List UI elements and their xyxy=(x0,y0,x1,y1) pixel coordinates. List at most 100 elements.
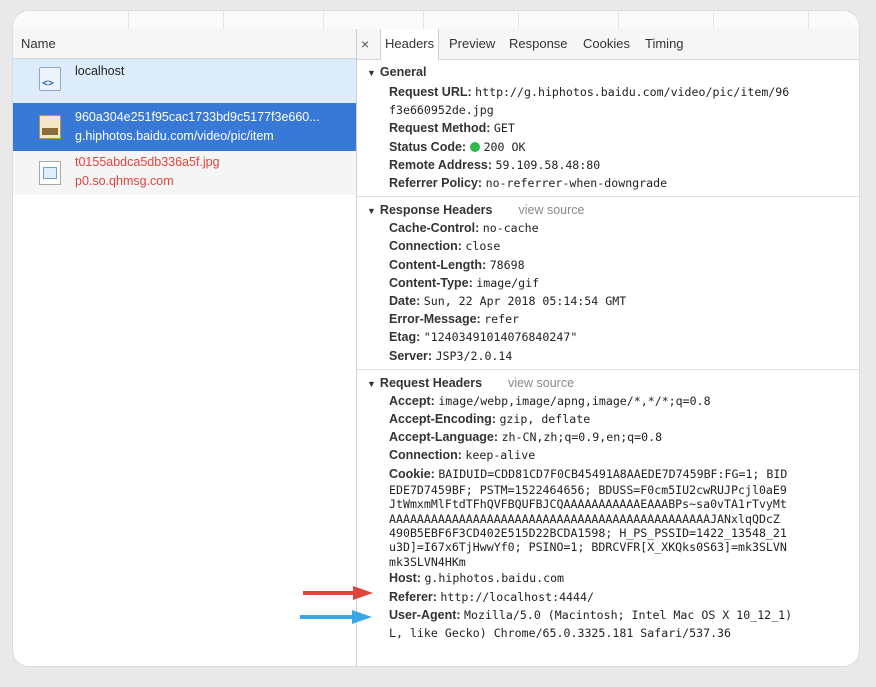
header-value: JSP3/2.0.14 xyxy=(435,348,513,363)
response-header-row: Error-Message: refer xyxy=(357,310,859,328)
response-header-row: Content-Length: 78698 xyxy=(357,256,859,274)
response-header-row: Content-Type: image/gif xyxy=(357,274,859,292)
cookie-key: Cookie: xyxy=(389,466,435,481)
status-dot-icon xyxy=(469,141,480,152)
user-agent-cont: L, like Gecko) Chrome/65.0.3325.181 Safa… xyxy=(357,624,859,642)
tab-response[interactable]: Response xyxy=(505,29,572,59)
cookie-value-line: 490B5EBF6F3CD402E515D22BCDA1598; H_PS_PS… xyxy=(389,526,787,541)
cookie-row: Cookie: BAIDUID=CDD81CD7F0CB45491A8AAEDE… xyxy=(357,465,859,483)
request-url: g.hiphotos.baidu.com/video/pic/item xyxy=(75,129,274,143)
name-column-header[interactable]: Name xyxy=(13,29,356,59)
header-key: Content-Type: xyxy=(389,275,473,290)
tab-headers[interactable]: Headers xyxy=(380,29,440,60)
cookie-value: BAIDUID=CDD81CD7F0CB45491A8AAEDE7D7459BF… xyxy=(438,466,788,481)
section-title: Response Headers xyxy=(379,203,493,218)
header-key: Connection: xyxy=(389,239,462,254)
user-agent-row: User-Agent: Mozilla/5.0 (Macintosh; Inte… xyxy=(357,606,859,624)
cookie-cont: EDE7D7459BF; PSTM=1522464656; BDUSS=F0cm… xyxy=(357,483,859,569)
request-details-pane: × Headers Preview Response Cookies Timin… xyxy=(357,29,859,666)
general-section: ▼ General Request URL: http://g.hiphotos.… xyxy=(357,60,859,198)
request-row-failed-image[interactable]: t0155abdca5db336a5f.jpg p0.so.qhmsg.com xyxy=(13,151,356,195)
status-code-row: Status Code: 200 OK xyxy=(357,138,859,156)
status-code-value: 200 OK xyxy=(483,139,526,154)
response-header-row: Date: Sun, 22 Apr 2018 05:14:54 GMT xyxy=(357,292,859,310)
response-headers-toggle[interactable]: ▼ Response Headers view source xyxy=(357,197,859,219)
request-method-value: GET xyxy=(493,121,515,136)
status-code-key: Status Code: xyxy=(389,139,467,154)
blue-arrow-icon xyxy=(300,610,372,624)
tab-cookies[interactable]: Cookies xyxy=(579,29,634,59)
request-url-row-cont: f3e660952de.jpg xyxy=(357,101,859,119)
general-toggle[interactable]: ▼ General xyxy=(357,60,859,81)
user-agent-value: Mozilla/5.0 (Macintosh; Intel Mac OS X 1… xyxy=(464,607,793,622)
referer-key: Referer: xyxy=(389,589,437,604)
request-headers-section: ▼ Request Headers view source Accept: imag… xyxy=(357,370,859,646)
host-value: g.hiphotos.baidu.com xyxy=(424,571,565,586)
request-row-localhost[interactable]: <> localhost xyxy=(13,59,356,103)
request-method-key: Request Method: xyxy=(389,121,491,136)
tab-timing[interactable]: Timing xyxy=(641,29,688,59)
request-url-value: http://g.hiphotos.baidu.com/video/pic/it… xyxy=(475,85,790,99)
close-icon[interactable]: × xyxy=(361,36,369,52)
cookie-value-line: u3D]=I67x6TjHwwYf0; PSINO=1; BDRCVFR[X_X… xyxy=(389,540,787,555)
header-value: "12403491014076840247" xyxy=(423,330,578,345)
request-name: localhost xyxy=(75,64,125,78)
header-key: Error-Message: xyxy=(389,312,481,327)
devtools-window: Name <> localhost 960a304e251f95cac1733b… xyxy=(13,11,859,666)
accept-row: Accept: image/webp,image/apng,image/*,*/… xyxy=(357,392,859,410)
accept-language-key: Accept-Language: xyxy=(389,430,499,445)
request-row-image[interactable]: 960a304e251f95cac1733bd9c5177f3e660... g… xyxy=(13,103,356,151)
view-source-link[interactable]: view source xyxy=(508,376,574,390)
image-thumbnail-icon xyxy=(39,115,61,139)
remote-address-value: 59.109.58.48:80 xyxy=(495,157,601,172)
header-key: Cache-Control: xyxy=(389,221,480,236)
header-key: Server: xyxy=(389,348,433,363)
remote-address-key: Remote Address: xyxy=(389,157,493,172)
accept-encoding-key: Accept-Encoding: xyxy=(389,412,496,427)
host-key: Host: xyxy=(389,571,421,586)
host-row: Host: g.hiphotos.baidu.com xyxy=(357,569,859,587)
response-headers-section: ▼ Response Headers view source Cache-Contr… xyxy=(357,197,859,370)
triangle-down-icon: ▼ xyxy=(367,206,376,217)
user-agent-value-cont: L, like Gecko) Chrome/65.0.3325.181 Safa… xyxy=(389,625,732,640)
response-header-row: Server: JSP3/2.0.14 xyxy=(357,347,859,365)
header-value: Sun, 22 Apr 2018 05:14:54 GMT xyxy=(423,294,627,309)
header-key: Etag: xyxy=(389,330,421,345)
request-url-value-cont: f3e660952de.jpg xyxy=(389,103,494,118)
request-host: p0.so.qhmsg.com xyxy=(75,174,174,188)
view-source-link[interactable]: view source xyxy=(518,203,584,217)
top-strip xyxy=(13,11,859,30)
red-arrow-icon xyxy=(303,586,373,600)
tab-preview[interactable]: Preview xyxy=(445,29,499,59)
referrer-policy-key: Referrer Policy: xyxy=(389,176,483,191)
response-header-list: Cache-Control: no-cache Connection: close… xyxy=(357,219,859,365)
request-name: t0155abdca5db336a5f.jpg xyxy=(75,155,220,169)
connection-key: Connection: xyxy=(389,448,462,463)
request-url-row: Request URL: http://g.hiphotos.baidu.com… xyxy=(357,81,859,101)
accept-value: image/webp,image/apng,image/*,*/*;q=0.8 xyxy=(438,393,711,408)
header-value: 78698 xyxy=(489,257,525,272)
request-method-row: Request Method: GET xyxy=(357,119,859,137)
cookie-value-line: EDE7D7459BF; PSTM=1522464656; BDUSS=F0cm… xyxy=(389,482,787,497)
header-value: refer xyxy=(484,312,520,327)
response-header-row: Connection: close xyxy=(357,237,859,255)
request-headers-toggle[interactable]: ▼ Request Headers view source xyxy=(357,370,859,392)
user-agent-key: User-Agent: xyxy=(389,607,461,622)
header-value: no-cache xyxy=(482,221,539,236)
accept-encoding-row: Accept-Encoding: gzip, deflate xyxy=(357,410,859,428)
header-value: close xyxy=(465,239,501,254)
referer-value: http://localhost:4444/ xyxy=(440,589,594,604)
connection-value: keep-alive xyxy=(465,448,536,463)
html-document-icon: <> xyxy=(39,67,61,91)
response-header-row: Etag: "12403491014076840247" xyxy=(357,328,859,346)
remote-address-row: Remote Address: 59.109.58.48:80 xyxy=(357,156,859,174)
accept-language-row: Accept-Language: zh-CN,zh;q=0.9,en;q=0.8 xyxy=(357,428,859,446)
header-value: image/gif xyxy=(476,275,540,290)
referrer-policy-value: no-referrer-when-downgrade xyxy=(485,176,668,191)
referrer-policy-row: Referrer Policy: no-referrer-when-downgr… xyxy=(357,174,859,192)
cookie-value-line: JtWmxmMlFtdTFhQVFBQUFBJCQAAAAAAAAAAAEAAA… xyxy=(389,497,787,512)
request-name: 960a304e251f95cac1733bd9c5177f3e660... xyxy=(75,110,320,124)
accept-language-value: zh-CN,zh;q=0.9,en;q=0.8 xyxy=(501,430,663,445)
triangle-down-icon: ▼ xyxy=(367,378,376,389)
accept-encoding-value: gzip, deflate xyxy=(499,412,591,427)
